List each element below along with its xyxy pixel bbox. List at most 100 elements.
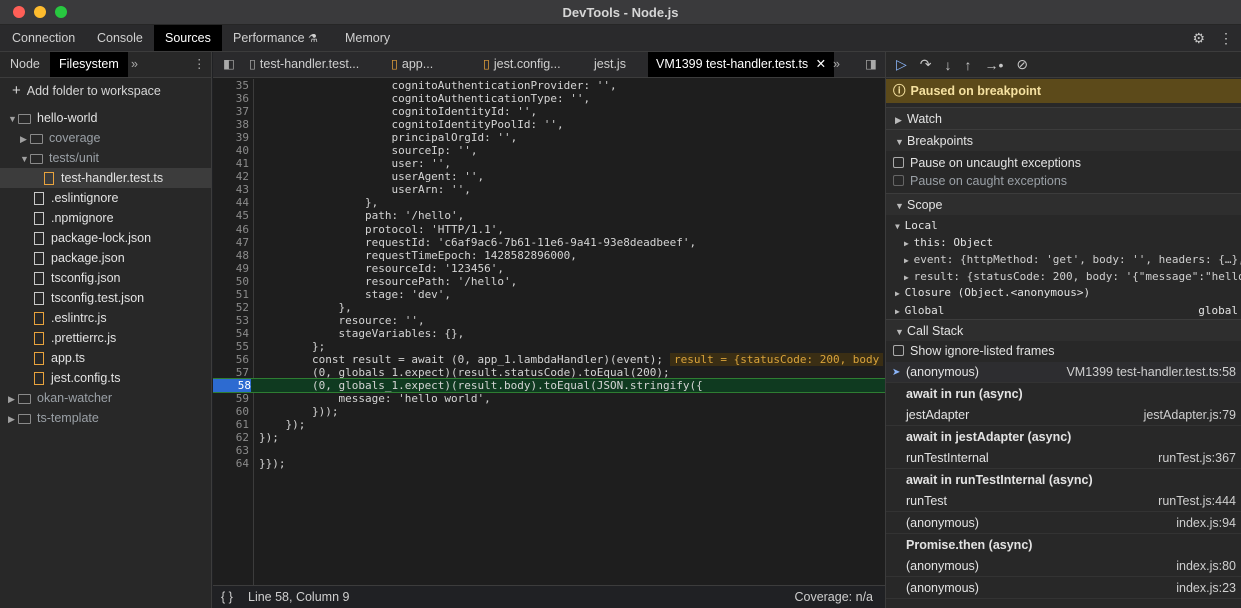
line-number[interactable]: 44 [213, 196, 249, 209]
line-number[interactable]: 36 [213, 92, 249, 105]
code-line[interactable]: 55 }; [213, 340, 885, 353]
add-folder-button[interactable]: + Add folder to workspace [12, 82, 161, 99]
line-number[interactable]: 54 [213, 327, 249, 340]
tree-folder-hello-world[interactable]: ▼ hello-world [0, 108, 211, 128]
line-number[interactable]: 46 [213, 223, 249, 236]
tree-file-tsconfig[interactable]: tsconfig.json [0, 268, 211, 288]
frame-location[interactable]: jestAdapter.js:79 [1144, 405, 1236, 426]
tab-node[interactable]: Node [1, 52, 49, 77]
line-number[interactable]: 47 [213, 236, 249, 249]
call-frame[interactable]: (anonymous) index.js:23 [886, 578, 1241, 599]
code-line[interactable]: 40 sourceIp: '', [213, 144, 885, 157]
code-line[interactable]: 59 message: 'hello world', [213, 392, 885, 405]
code-line[interactable]: 43 userArn: '', [213, 183, 885, 196]
tree-folder-okan-watcher[interactable]: ▶ okan-watcher [0, 388, 211, 408]
resume-icon[interactable]: ▷ [896, 56, 907, 73]
line-number[interactable]: 59 [213, 392, 249, 405]
code-line[interactable]: 60 })); [213, 405, 885, 418]
tree-file-prettierrc[interactable]: .prettierrc.js [0, 328, 211, 348]
section-callstack[interactable]: ▼ Call Stack [886, 319, 1241, 341]
code-line[interactable]: 64}}); [213, 457, 885, 470]
pause-uncaught-checkbox[interactable]: Pause on uncaught exceptions [893, 154, 1081, 172]
navigator-menu-icon[interactable]: ⋮ [184, 52, 215, 77]
line-number[interactable]: 35 [213, 79, 249, 92]
code-line[interactable]: 37 cognitoIdentityId: '', [213, 105, 885, 118]
tree-file-eslintignore[interactable]: .eslintignore [0, 188, 211, 208]
frame-location[interactable]: index.js:80 [1176, 556, 1236, 577]
scope-event[interactable]: ▶ event: {httpMethod: 'get', body: '', h… [886, 251, 1241, 269]
tab-console[interactable]: Console [86, 25, 154, 51]
code-line[interactable]: 53 resource: '', [213, 314, 885, 327]
scope-this[interactable]: ▶ this: Object [886, 234, 1241, 252]
line-number[interactable]: 43 [213, 183, 249, 196]
tree-file-test-handler[interactable]: test-handler.test.ts [0, 168, 211, 188]
settings-gear-icon[interactable]: ⚙ [1192, 30, 1205, 47]
tab-performance[interactable]: Performance ⚗ [222, 25, 329, 51]
call-frame[interactable]: (anonymous) index.js:80 [886, 556, 1241, 577]
line-number[interactable]: 57 [213, 366, 249, 379]
line-number[interactable]: 45 [213, 209, 249, 222]
code-line[interactable]: 35 cognitoAuthenticationProvider: '', [213, 79, 885, 92]
line-number[interactable]: 53 [213, 314, 249, 327]
code-line[interactable]: 56 const result = await (0, app_1.lambda… [213, 352, 885, 366]
tree-file-tsconfig-test[interactable]: tsconfig.test.json [0, 288, 211, 308]
frame-location[interactable]: index.js:23 [1176, 578, 1236, 599]
step-into-icon[interactable]: ↓ [945, 57, 952, 73]
coverage-status[interactable]: Coverage: n/a [794, 586, 873, 608]
line-number[interactable]: 62 [213, 431, 249, 444]
code-line[interactable]: 45 path: '/hello', [213, 209, 885, 222]
code-line[interactable]: 54 stageVariables: {}, [213, 327, 885, 340]
line-number[interactable]: 52 [213, 301, 249, 314]
section-scope[interactable]: ▼ Scope [886, 193, 1241, 215]
tree-file-eslintrc[interactable]: .eslintrc.js [0, 308, 211, 328]
tree-folder-coverage[interactable]: ▶ coverage [0, 128, 211, 148]
line-number[interactable]: 56 [213, 353, 249, 366]
frame-location[interactable]: runTest.js:367 [1158, 448, 1236, 469]
scope-local[interactable]: ▼ Local [886, 217, 1241, 235]
call-frame[interactable]: jestAdapter jestAdapter.js:79 [886, 405, 1241, 426]
section-watch[interactable]: ▶ Watch [886, 107, 1241, 129]
line-number[interactable]: 49 [213, 262, 249, 275]
tab-sources[interactable]: Sources [154, 25, 222, 51]
code-line[interactable]: 36 cognitoAuthenticationType: '', [213, 92, 885, 105]
line-number[interactable]: 42 [213, 170, 249, 183]
line-number[interactable]: 48 [213, 249, 249, 262]
editor-tab-jest[interactable]: jest.js [586, 52, 634, 77]
line-number[interactable]: 58 [213, 379, 251, 393]
line-number[interactable]: 63 [213, 444, 249, 457]
line-number[interactable]: 51 [213, 288, 249, 301]
scope-global[interactable]: ▶ Global global [886, 302, 1241, 320]
line-number[interactable]: 39 [213, 131, 249, 144]
line-number[interactable]: 60 [213, 405, 249, 418]
code-line[interactable]: 44 }, [213, 196, 885, 209]
frame-location[interactable]: VM1399 test-handler.test.ts:58 [1066, 362, 1236, 383]
code-line[interactable]: 52 }, [213, 301, 885, 314]
more-options-icon[interactable]: ⋮ [1219, 30, 1233, 47]
toggle-navigator-icon[interactable]: ◧ [215, 52, 243, 77]
tree-file-package-lock[interactable]: package-lock.json [0, 228, 211, 248]
code-line[interactable]: 42 userAgent: '', [213, 170, 885, 183]
editor-tab-app[interactable]: ▯ app... [383, 52, 441, 77]
code-line[interactable]: 62}); [213, 431, 885, 444]
call-frame[interactable]: runTestInternal runTest.js:367 [886, 448, 1241, 469]
line-number[interactable]: 50 [213, 275, 249, 288]
step-over-icon[interactable]: ↷ [920, 56, 932, 73]
code-line[interactable]: 49 resourceId: '123456', [213, 262, 885, 275]
tree-folder-ts-template[interactable]: ▶ ts-template [0, 408, 211, 428]
code-line[interactable]: 50 resourcePath: '/hello', [213, 275, 885, 288]
tab-filesystem[interactable]: Filesystem [50, 52, 128, 77]
code-line[interactable]: 46 protocol: 'HTTP/1.1', [213, 223, 885, 236]
code-line[interactable]: 41 user: '', [213, 157, 885, 170]
call-frame[interactable]: runTest runTest.js:444 [886, 491, 1241, 512]
code-line[interactable]: 51 stage: 'dev', [213, 288, 885, 301]
line-number[interactable]: 55 [213, 340, 249, 353]
show-ignored-frames-checkbox[interactable]: Show ignore-listed frames [893, 342, 1055, 360]
code-line[interactable]: 61 }); [213, 418, 885, 431]
code-line[interactable]: 48 requestTimeEpoch: 1428582896000, [213, 249, 885, 262]
call-frame[interactable]: ➤ (anonymous) VM1399 test-handler.test.ts:… [886, 362, 1241, 383]
code-line[interactable]: 63 [213, 444, 885, 457]
pause-caught-checkbox[interactable]: Pause on caught exceptions [893, 172, 1067, 190]
tab-connection[interactable]: Connection [1, 25, 86, 51]
editor-tab-vm1399[interactable]: VM1399 test-handler.test.ts ✕ [648, 52, 835, 77]
line-number[interactable]: 37 [213, 105, 249, 118]
